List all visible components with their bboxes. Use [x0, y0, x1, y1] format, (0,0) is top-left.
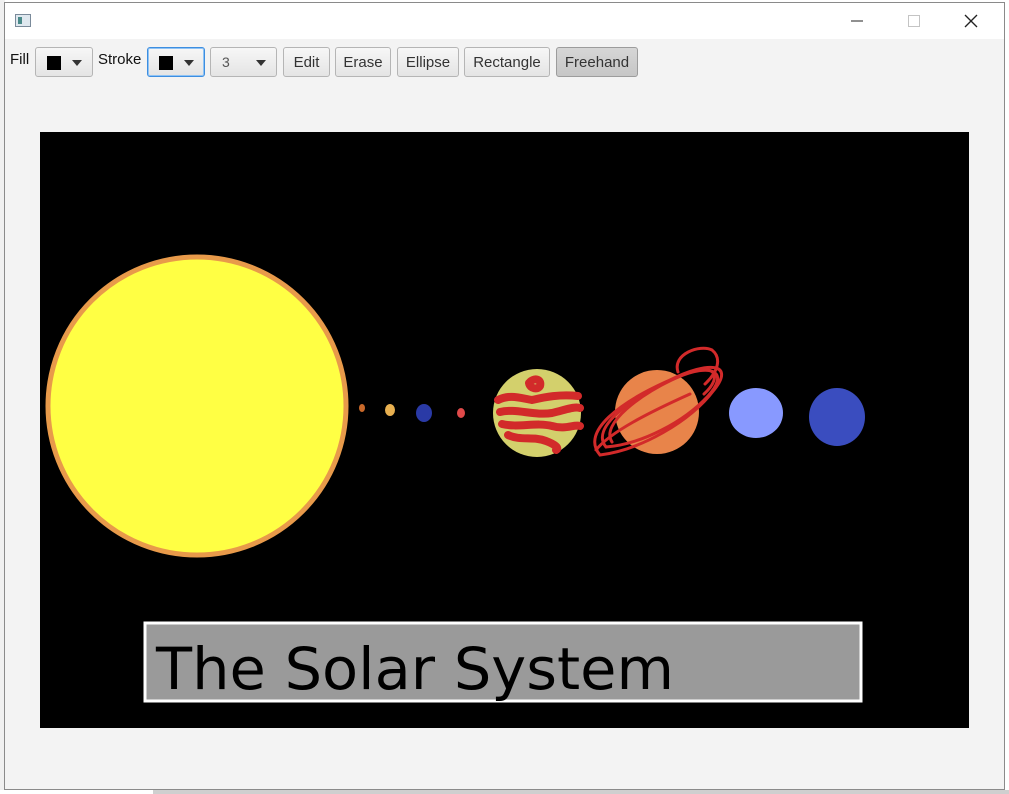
title-bar[interactable]: [5, 3, 1004, 39]
neptune-ellipse[interactable]: [809, 388, 865, 446]
earth-ellipse[interactable]: [416, 404, 432, 422]
canvas-drawing: The Solar System: [45, 254, 865, 703]
close-button[interactable]: [948, 3, 994, 39]
close-icon: [964, 14, 978, 28]
stroke-width-select[interactable]: 3: [210, 47, 277, 77]
stroke-color-swatch: [159, 56, 173, 70]
freehand-button[interactable]: Freehand: [556, 47, 638, 77]
fill-color-swatch: [47, 56, 61, 70]
ellipse-button[interactable]: Ellipse: [397, 47, 459, 77]
chevron-down-icon: [184, 60, 194, 66]
stroke-width-value: 3: [222, 54, 230, 70]
venus-ellipse[interactable]: [385, 404, 395, 416]
maximize-button[interactable]: [891, 3, 937, 39]
edit-button[interactable]: Edit: [283, 47, 330, 77]
drawing-canvas[interactable]: The Solar System: [40, 132, 969, 728]
app-window: Fill Stroke 3 Edit Erase Ellipse Rectang…: [4, 2, 1005, 790]
title-freehand-text[interactable]: The Solar System: [155, 635, 674, 703]
minimize-icon: [851, 20, 863, 22]
rectangle-button[interactable]: Rectangle: [464, 47, 550, 77]
desktop-taskbar-edge: [153, 790, 1009, 794]
mars-ellipse[interactable]: [457, 408, 465, 418]
sun-ellipse[interactable]: [45, 254, 349, 558]
saturn-ellipse[interactable]: [615, 370, 699, 454]
chevron-down-icon: [256, 60, 266, 66]
maximize-icon: [908, 15, 920, 27]
fill-color-picker[interactable]: [35, 47, 93, 77]
mercury-ellipse[interactable]: [359, 404, 365, 412]
stroke-color-picker[interactable]: [147, 47, 205, 77]
uranus-ellipse[interactable]: [729, 388, 783, 438]
fill-label: Fill: [10, 51, 30, 68]
chevron-down-icon: [72, 60, 82, 66]
desktop-background: [1005, 0, 1009, 794]
erase-button[interactable]: Erase: [335, 47, 391, 77]
toolbar: Fill Stroke 3 Edit Erase Ellipse Rectang…: [5, 39, 1004, 83]
minimize-button[interactable]: [834, 3, 880, 39]
stroke-label: Stroke: [98, 51, 142, 68]
app-icon: [15, 14, 31, 27]
